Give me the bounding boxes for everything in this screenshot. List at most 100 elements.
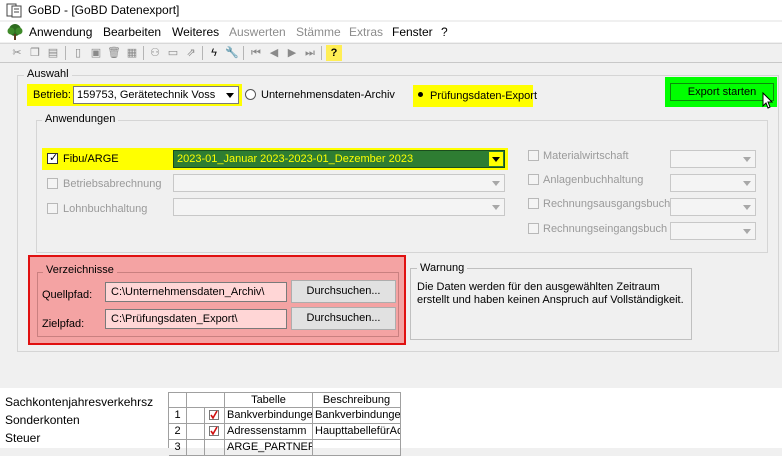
materialwirtschaft-checkbox[interactable]	[528, 150, 539, 161]
table-cell-beschreibung[interactable]: Bankverbindunge	[313, 408, 401, 424]
table-cell-beschreibung[interactable]: HaupttabellefürAc	[313, 424, 401, 440]
betriebsabrechnung-checkbox[interactable]	[47, 178, 58, 189]
menu-weiteres[interactable]: Weiteres	[172, 25, 219, 39]
lohnbuchhaltung-label: Lohnbuchhaltung	[63, 203, 148, 215]
table-row-checkbox[interactable]	[205, 424, 225, 440]
row-number: 3	[169, 440, 187, 456]
warnung-text-line2: erstellt und haben keinen Anspruch auf V…	[417, 294, 684, 306]
auswahl-legend: Auswahl	[24, 68, 72, 80]
checked-box-icon	[209, 426, 219, 436]
last-record-icon[interactable]: ⏭	[302, 45, 318, 61]
menu-help[interactable]: ?	[441, 25, 448, 39]
list-item[interactable]: Steuer	[5, 431, 40, 445]
quellpfad-label: Quellpfad:	[42, 289, 93, 301]
betriebsabrechnung-label: Betriebsabrechnung	[63, 178, 162, 190]
print-icon[interactable]: ▦	[124, 45, 140, 61]
table-row-checkbox[interactable]	[205, 408, 225, 424]
row-edit-cell	[187, 408, 205, 424]
materialwirtschaft-select[interactable]	[670, 150, 756, 168]
chevron-down-icon[interactable]	[489, 176, 503, 190]
verzeichnisse-legend: Verzeichnisse	[43, 264, 117, 276]
lohnbuchhaltung-checkbox[interactable]	[47, 203, 58, 214]
chevron-down-icon[interactable]	[489, 200, 503, 214]
save-icon[interactable]: ▣	[88, 45, 104, 61]
chevron-down-icon[interactable]	[740, 176, 754, 190]
anlagenbuchhaltung-select[interactable]	[670, 174, 756, 192]
zielpfad-browse-button[interactable]: Durchsuchen...	[291, 307, 396, 330]
grid-header-blank	[187, 392, 225, 408]
menu-fenster[interactable]: Fenster	[392, 25, 433, 39]
betriebsabrechnung-select[interactable]	[173, 174, 505, 192]
grid-corner	[169, 392, 187, 408]
rechnungsausgangsbuch-select[interactable]	[670, 198, 756, 216]
column-header-tabelle[interactable]: Tabelle	[225, 392, 313, 408]
menu-anwendung[interactable]: Anwendung	[29, 25, 92, 39]
anlagenbuchhaltung-checkbox[interactable]	[528, 174, 539, 185]
radio-pruefungsdaten-export[interactable]	[416, 90, 427, 101]
next-record-icon[interactable]: ▶	[284, 45, 300, 61]
list-item[interactable]: Sonderkonten	[5, 413, 80, 427]
radio-unternehmensdaten-archiv[interactable]	[245, 89, 256, 100]
quellpfad-input[interactable]: C:\Unternehmensdaten_Archiv\	[105, 282, 287, 302]
table-grid: Tabelle Beschreibung 1 Bankverbindunge B…	[168, 392, 401, 456]
rechnungsausgangsbuch-checkbox[interactable]	[528, 198, 539, 209]
radio-pruefung-label: Prüfungsdaten-Export	[430, 90, 538, 102]
column-header-beschreibung[interactable]: Beschreibung	[313, 392, 401, 408]
chevron-down-icon[interactable]	[489, 152, 503, 166]
fibu-label: Fibu/ARGE	[63, 153, 119, 165]
previous-record-icon[interactable]: ◀	[266, 45, 282, 61]
anlagenbuchhaltung-label: Anlagenbuchhaltung	[543, 174, 644, 186]
chevron-down-icon[interactable]	[740, 152, 754, 166]
table-cell-tabelle[interactable]: Adressenstamm	[225, 424, 313, 440]
rechnungseingangsbuch-checkbox[interactable]	[528, 223, 539, 234]
toolbar-separator	[202, 46, 203, 60]
delete-icon[interactable]: 🗑	[106, 45, 122, 61]
binoculars-icon[interactable]: ⚇	[147, 45, 163, 61]
warnung-legend: Warnung	[417, 262, 468, 274]
betrieb-value: 159753, Gerätetechnik Voss	[77, 89, 216, 101]
copy-icon[interactable]: ❐	[27, 45, 43, 61]
list-item[interactable]: Sachkontenjahresverkehrsz	[5, 395, 153, 409]
betrieb-label: Betrieb:	[33, 89, 71, 101]
menu-auswerten[interactable]: Auswerten	[229, 25, 286, 39]
fibu-checkbox[interactable]: ✓	[47, 152, 58, 164]
help-question-icon[interactable]: ?	[326, 45, 342, 61]
zielpfad-label: Zielpfad:	[42, 318, 85, 330]
chevron-down-icon[interactable]	[740, 224, 754, 238]
quellpfad-browse-button[interactable]: Durchsuchen...	[291, 280, 396, 303]
row-number: 2	[169, 424, 187, 440]
rechnungsausgangsbuch-label: Rechnungsausgangsbuch	[543, 198, 671, 210]
tree-logo-icon[interactable]	[6, 24, 24, 40]
betrieb-select[interactable]: 159753, Gerätetechnik Voss	[73, 86, 239, 104]
document-search-icon[interactable]: ▭	[165, 45, 181, 61]
export-icon[interactable]: ⇗	[183, 45, 199, 61]
anwendungen-legend: Anwendungen	[42, 113, 119, 125]
wrench-icon[interactable]: 🔧	[224, 45, 240, 61]
zielpfad-input[interactable]: C:\Prüfungsdaten_Export\	[105, 309, 287, 329]
rechnungseingangsbuch-select[interactable]	[670, 222, 756, 240]
chevron-down-icon[interactable]	[740, 200, 754, 214]
table-row-checkbox[interactable]	[205, 440, 225, 456]
first-record-icon[interactable]: ⏮	[248, 45, 264, 61]
chevron-down-icon[interactable]	[223, 88, 237, 102]
table-cell-tabelle[interactable]: ARGE_PARTNER	[225, 440, 313, 456]
fibu-period-select[interactable]: 2023-01_Januar 2023-2023-01_Dezember 202…	[173, 150, 505, 168]
row-edit-cell	[187, 440, 205, 456]
toolbar-separator	[321, 46, 322, 60]
warnung-text-line1: Die Daten werden für den ausgewählten Ze…	[417, 281, 660, 293]
table-cell-tabelle[interactable]: Bankverbindunge	[225, 408, 313, 424]
cut-icon[interactable]: ✂	[9, 45, 25, 61]
menu-extras[interactable]: Extras	[349, 25, 383, 39]
export-start-button[interactable]: Export starten	[670, 83, 774, 101]
checked-box-icon	[209, 410, 219, 420]
fibu-period-value: 2023-01_Januar 2023-2023-01_Dezember 202…	[177, 153, 414, 165]
paste-icon[interactable]: ▤	[45, 45, 61, 61]
radio-selected-dot	[418, 92, 423, 97]
new-document-icon[interactable]: ▯	[70, 45, 86, 61]
lohnbuchhaltung-select[interactable]	[173, 198, 505, 216]
table-cell-beschreibung[interactable]	[313, 440, 401, 456]
menu-staemme[interactable]: Stämme	[296, 25, 341, 39]
window-title: GoBD - [GoBD Datenexport]	[28, 3, 180, 17]
menu-bearbeiten[interactable]: Bearbeiten	[103, 25, 161, 39]
lightning-icon[interactable]: ϟ	[206, 45, 222, 61]
